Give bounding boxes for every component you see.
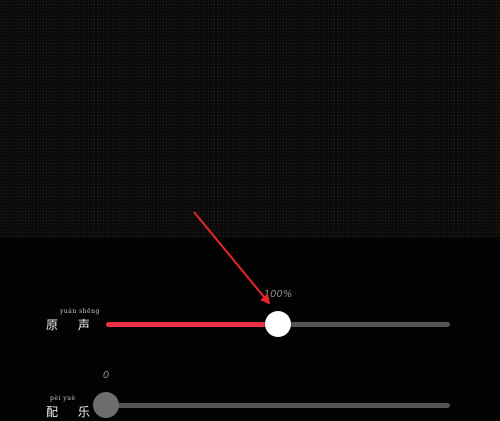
background-music-track[interactable] (106, 403, 450, 408)
audio-mix-panel: yuán shēng 原 声 100% pèi yuè 配 乐 0 (0, 238, 500, 421)
background-music-label: 配 乐 (46, 405, 98, 419)
original-sound-value: 100% (263, 289, 293, 300)
background-music-pinyin: pèi yuè (50, 395, 76, 402)
background-music-value: 0 (102, 370, 110, 381)
original-sound-fill (106, 322, 278, 327)
original-sound-thumb[interactable] (265, 311, 291, 337)
background-music-thumb[interactable] (93, 392, 119, 418)
video-preview (0, 0, 500, 238)
background-music-slider[interactable] (93, 392, 450, 418)
original-sound-slider[interactable] (106, 311, 450, 337)
original-sound-pinyin: yuán shēng (60, 308, 100, 315)
original-sound-label: 原 声 (46, 318, 98, 332)
